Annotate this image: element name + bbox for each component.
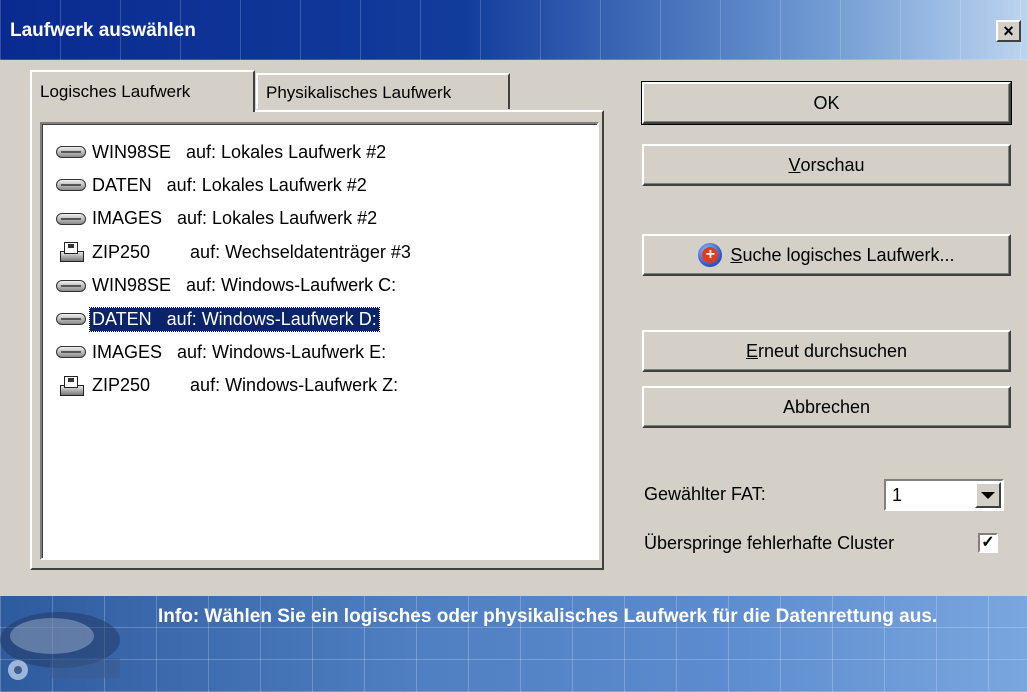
tab-logical-drive[interactable]: Logisches Laufwerk xyxy=(30,70,255,112)
add-search-icon: + xyxy=(698,243,723,267)
hard-drive-icon xyxy=(56,207,90,231)
search-button-label: uche logisches Laufwerk... xyxy=(742,244,955,265)
hard-drive-icon xyxy=(56,340,90,364)
hard-drive-icon xyxy=(56,274,90,298)
select-drive-dialog: Laufwerk auswählen × Logisches Laufwerk … xyxy=(0,0,1027,692)
rescan-button[interactable]: Erneut durchsuchen xyxy=(642,330,1011,372)
drive-label: IMAGES auf: Lokales Laufwerk #2 xyxy=(92,208,378,229)
fat-value: 1 xyxy=(892,485,903,505)
drive-list-item[interactable]: ZIP250 auf: Windows-Laufwerk Z: xyxy=(56,372,400,400)
drive-list-item[interactable]: WIN98SE auf: Windows-Laufwerk C: xyxy=(56,272,398,300)
ok-button-label: OK xyxy=(813,92,840,113)
zip-drive-icon xyxy=(56,374,90,398)
drive-list-item[interactable]: IMAGES auf: Lokales Laufwerk #2 xyxy=(56,205,379,233)
search-logical-drive-button[interactable]: + Suche logisches Laufwerk... xyxy=(642,234,1011,276)
tab-physical-drive[interactable]: Physikalisches Laufwerk xyxy=(256,73,510,109)
hard-drive-icon xyxy=(56,307,90,331)
preview-button-label: orschau xyxy=(800,154,865,175)
hard-disk-illustration-icon xyxy=(0,612,120,680)
fat-label: Gewählter FAT: xyxy=(644,484,766,504)
rescan-button-label: rneut durchsuchen xyxy=(757,340,908,361)
drive-label: DATEN auf: Windows-Laufwerk D: xyxy=(89,306,380,332)
drive-list-item[interactable]: IMAGES auf: Windows-Laufwerk E: xyxy=(56,338,388,366)
preview-button[interactable]: Vorschau xyxy=(642,144,1011,186)
ok-button[interactable]: OK xyxy=(641,81,1012,125)
drive-list-item[interactable]: DATEN auf: Windows-Laufwerk D: xyxy=(56,305,380,333)
drive-label: DATEN auf: Lokales Laufwerk #2 xyxy=(92,174,367,195)
rescan-accel-key: E xyxy=(745,340,758,361)
drive-list-item[interactable]: WIN98SE auf: Lokales Laufwerk #2 xyxy=(56,138,388,166)
drive-list-item[interactable]: ZIP250 auf: Wechseldatenträger #3 xyxy=(56,238,413,266)
cancel-button-label: Abbrechen xyxy=(782,396,871,417)
hard-drive-icon xyxy=(56,173,90,197)
drive-label: ZIP250 auf: Windows-Laufwerk Z: xyxy=(92,375,399,396)
drive-label: WIN98SE auf: Lokales Laufwerk #2 xyxy=(92,141,387,162)
search-accel-key: S xyxy=(730,244,743,265)
dialog-title: Laufwerk auswählen xyxy=(10,20,196,41)
cancel-button[interactable]: Abbrechen xyxy=(642,386,1011,428)
drive-label: WIN98SE auf: Windows-Laufwerk C: xyxy=(92,275,397,296)
skip-bad-clusters-label: Überspringe fehlerhafte Cluster xyxy=(644,533,895,553)
info-bar: Info: Wählen Sie ein logisches oder phys… xyxy=(0,596,1027,692)
skip-bad-clusters-checkbox[interactable]: ✓ xyxy=(978,533,998,553)
fat-select[interactable]: 1 xyxy=(884,479,1004,511)
drive-list-item[interactable]: DATEN auf: Lokales Laufwerk #2 xyxy=(56,171,369,199)
zip-drive-icon xyxy=(56,240,90,264)
title-bar: Laufwerk auswählen × xyxy=(0,0,1027,60)
drive-label: ZIP250 auf: Wechseldatenträger #3 xyxy=(92,241,411,262)
preview-accel-key: V xyxy=(788,154,801,175)
info-text: Info: Wählen Sie ein logisches oder phys… xyxy=(158,606,938,627)
hard-drive-icon xyxy=(56,140,90,164)
close-button[interactable]: × xyxy=(996,20,1021,42)
drive-list[interactable]: WIN98SE auf: Lokales Laufwerk #2 DATEN au… xyxy=(40,122,599,560)
dropdown-arrow-icon[interactable] xyxy=(975,482,1001,508)
drive-label: IMAGES auf: Windows-Laufwerk E: xyxy=(92,341,387,362)
